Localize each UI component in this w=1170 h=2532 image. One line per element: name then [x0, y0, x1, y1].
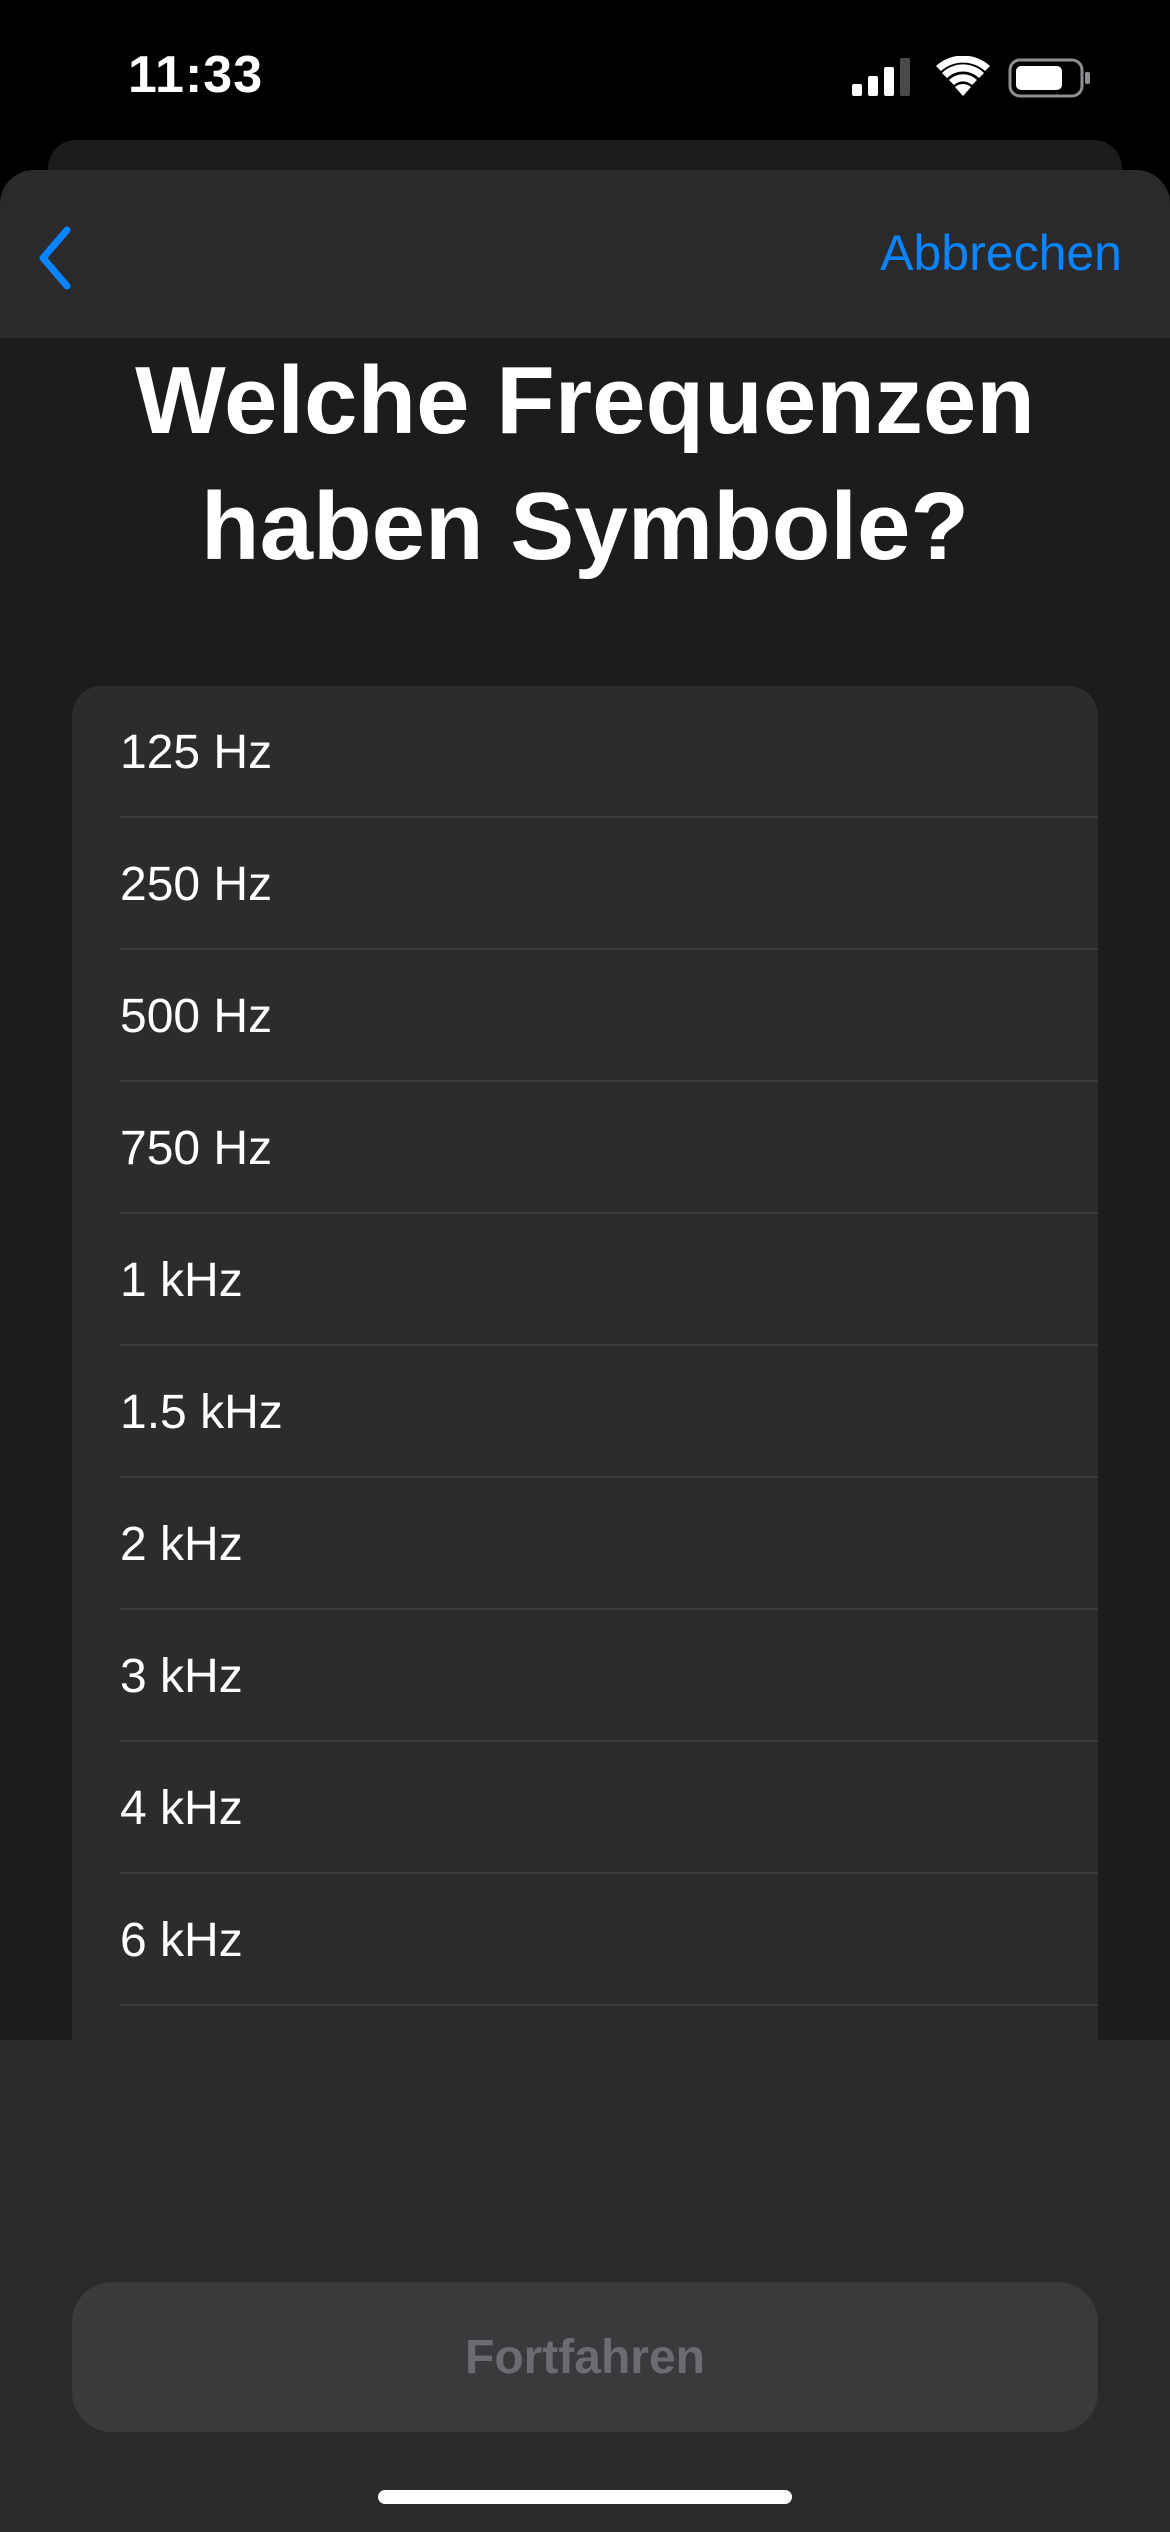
- frequency-option[interactable]: 6 kHz: [72, 1874, 1098, 2006]
- battery-icon: [1008, 58, 1092, 103]
- frequency-label: 4 kHz: [120, 1781, 243, 1835]
- frequency-label: 750 Hz: [120, 1121, 273, 1175]
- frequency-option[interactable]: 250 Hz: [72, 818, 1098, 950]
- frequency-option[interactable]: 1.5 kHz: [72, 1346, 1098, 1478]
- frequency-option[interactable]: 4 kHz: [72, 1742, 1098, 1874]
- frequency-label: 3 kHz: [120, 1649, 243, 1703]
- bottom-panel: Fortfahren: [0, 2040, 1170, 2532]
- frequency-label: 1 kHz: [120, 1253, 243, 1307]
- back-button[interactable]: [20, 220, 90, 300]
- frequency-list: 125 Hz 250 Hz 500 Hz 750 Hz 1 kHz 1.5 kH…: [72, 686, 1098, 2086]
- frequency-option[interactable]: 3 kHz: [72, 1610, 1098, 1742]
- frequency-label: 125 Hz: [120, 725, 273, 779]
- status-bar: 11:33: [0, 0, 1170, 150]
- chevron-left-icon: [35, 226, 75, 295]
- status-time: 11:33: [128, 46, 264, 104]
- page-title: Welche Frequenzen haben Symbole?: [135, 347, 1035, 580]
- frequency-label: 500 Hz: [120, 989, 273, 1043]
- cellular-signal-icon: [852, 58, 912, 101]
- home-indicator[interactable]: [378, 2490, 792, 2504]
- frequency-option[interactable]: 2 kHz: [72, 1478, 1098, 1610]
- cancel-button[interactable]: Abbrechen: [880, 224, 1122, 282]
- frequency-label: 1.5 kHz: [120, 1385, 283, 1439]
- continue-button[interactable]: Fortfahren: [72, 2282, 1098, 2432]
- frequency-option[interactable]: 750 Hz: [72, 1082, 1098, 1214]
- frequency-label: 250 Hz: [120, 857, 273, 911]
- frequency-label: 2 kHz: [120, 1517, 243, 1571]
- screen: 11:33 Abbrechen Welche Frequenzen haben …: [0, 0, 1170, 2532]
- frequency-label: 6 kHz: [120, 1913, 243, 1967]
- navigation-bar: Abbrechen: [0, 170, 1170, 338]
- modal-sheet: Abbrechen Welche Frequenzen haben Symbol…: [0, 170, 1170, 2532]
- wifi-icon: [936, 55, 990, 101]
- frequency-option[interactable]: 1 kHz: [72, 1214, 1098, 1346]
- frequency-option[interactable]: 500 Hz: [72, 950, 1098, 1082]
- frequency-option[interactable]: 125 Hz: [72, 686, 1098, 818]
